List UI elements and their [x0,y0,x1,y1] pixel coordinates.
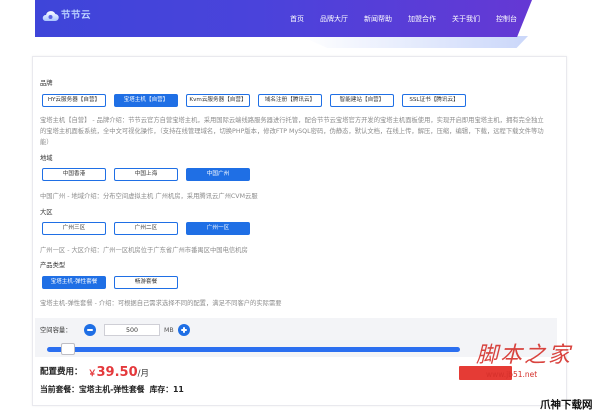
product-type-options: 宝塔主机-弹性套餐 畅游套餐 [42,276,178,289]
slider-handle[interactable] [60,343,75,355]
zone-label: 大区 [40,209,53,216]
current-plan-line: 当前套餐：宝塔主机-弹性套餐 库存：11 [40,385,184,395]
capacity-label: 空间容量： [40,327,72,334]
nav-home[interactable]: 首页 [290,15,304,24]
brand-option-bt-hosting[interactable]: 宝塔主机【自营】 [114,94,178,107]
current-plan-value: 宝塔主机-弹性套餐 [78,385,145,394]
increase-button[interactable] [178,324,190,336]
brand-option-ssl-certificate[interactable]: SSL证书【腾讯云】 [402,94,466,107]
region-options: 中国香港 中国上海 中国广州 [42,168,250,181]
capacity-input[interactable] [104,324,160,336]
zone-options: 广州三区 广州二区 广州一区 [42,222,250,235]
brand-option-kvm-cloud-server[interactable]: Kvm云服务器【自营】 [186,94,250,107]
stock-value: 11 [173,385,184,394]
brand-option-hy-cloud-server[interactable]: HY云服务器【自营】 [42,94,106,107]
brand-description: 宝塔主机【自营】 - 品牌介绍：节节云官方自营宝塔主机，采用国际云端线路服务器进… [40,117,544,146]
product-option-second-plan[interactable]: 畅游套餐 [114,276,178,289]
top-nav-bar: 节节云 首页 品牌大厅 新闻帮助 加盟合作 关于我们 控制台 [35,0,532,37]
zone-option-guangzhou-2[interactable]: 广州二区 [114,222,178,235]
price-label: 配置费用： [40,367,83,377]
watermark-url: www.jb51.net [486,370,538,379]
price-value: 39.50 [96,365,138,380]
minus-icon [87,329,93,331]
stock-label: 库存： [149,385,173,394]
cloud-icon [42,11,59,22]
brand-option-site-builder[interactable]: 智能建站【自营】 [330,94,394,107]
region-option-hong-kong[interactable]: 中国香港 [42,168,106,181]
site-logo[interactable]: 节节云 [41,9,91,22]
price-period: /月 [137,369,150,379]
current-plan-label: 当前套餐： [40,385,79,394]
region-option-guangzhou[interactable]: 中国广州 [186,168,250,181]
product-type-description: 宝塔主机-弹性套餐 - 介绍：可根据自己需求选择不同的配置，满足不同客户的实际需… [40,300,282,307]
nav-news-help[interactable]: 新闻帮助 [364,15,392,24]
price-currency: ￥ [88,369,97,379]
brand-label: 品牌 [40,80,53,87]
logo-text: 节节云 [61,10,92,21]
zone-description: 广州一区 - 大区介绍：广州一区机房位于广东省广州市番禺区中国电信机房 [40,247,248,254]
watermark-brand: 脚本之家 [476,343,573,368]
nav-about-us[interactable]: 关于我们 [452,15,480,24]
region-option-shanghai[interactable]: 中国上海 [114,168,178,181]
header-decoration [300,36,528,48]
corner-watermark-logo: 爪神下载网 [540,399,593,411]
zone-option-guangzhou-1[interactable]: 广州一区 [186,222,250,235]
nav-franchise[interactable]: 加盟合作 [408,15,436,24]
product-option-elastic-plan[interactable]: 宝塔主机-弹性套餐 [42,276,106,289]
nav-brand-hall[interactable]: 品牌大厅 [320,15,348,24]
page: 节节云 首页 品牌大厅 新闻帮助 加盟合作 关于我们 控制台 品牌 HY云服务器… [0,0,600,412]
product-type-label: 产品类型 [40,262,66,269]
brand-option-domain-registration[interactable]: 域名注册【腾讯云】 [258,94,322,107]
slider-track[interactable] [47,347,460,352]
region-label: 地域 [40,155,53,162]
decrease-button[interactable] [84,324,96,336]
brand-options: HY云服务器【自营】 宝塔主机【自营】 Kvm云服务器【自营】 域名注册【腾讯云… [42,94,466,107]
main-nav: 首页 品牌大厅 新闻帮助 加盟合作 关于我们 控制台 [290,15,517,24]
zone-option-guangzhou-3[interactable]: 广州三区 [42,222,106,235]
region-description: 中国广州 - 地域介绍：分布空间虚拟主机 广州机房，采用腾讯云广州CVM云服 [40,193,258,200]
price-display: ￥39.50/月 [88,363,149,382]
capacity-unit: MB [164,327,174,334]
nav-console[interactable]: 控制台 [496,15,517,24]
